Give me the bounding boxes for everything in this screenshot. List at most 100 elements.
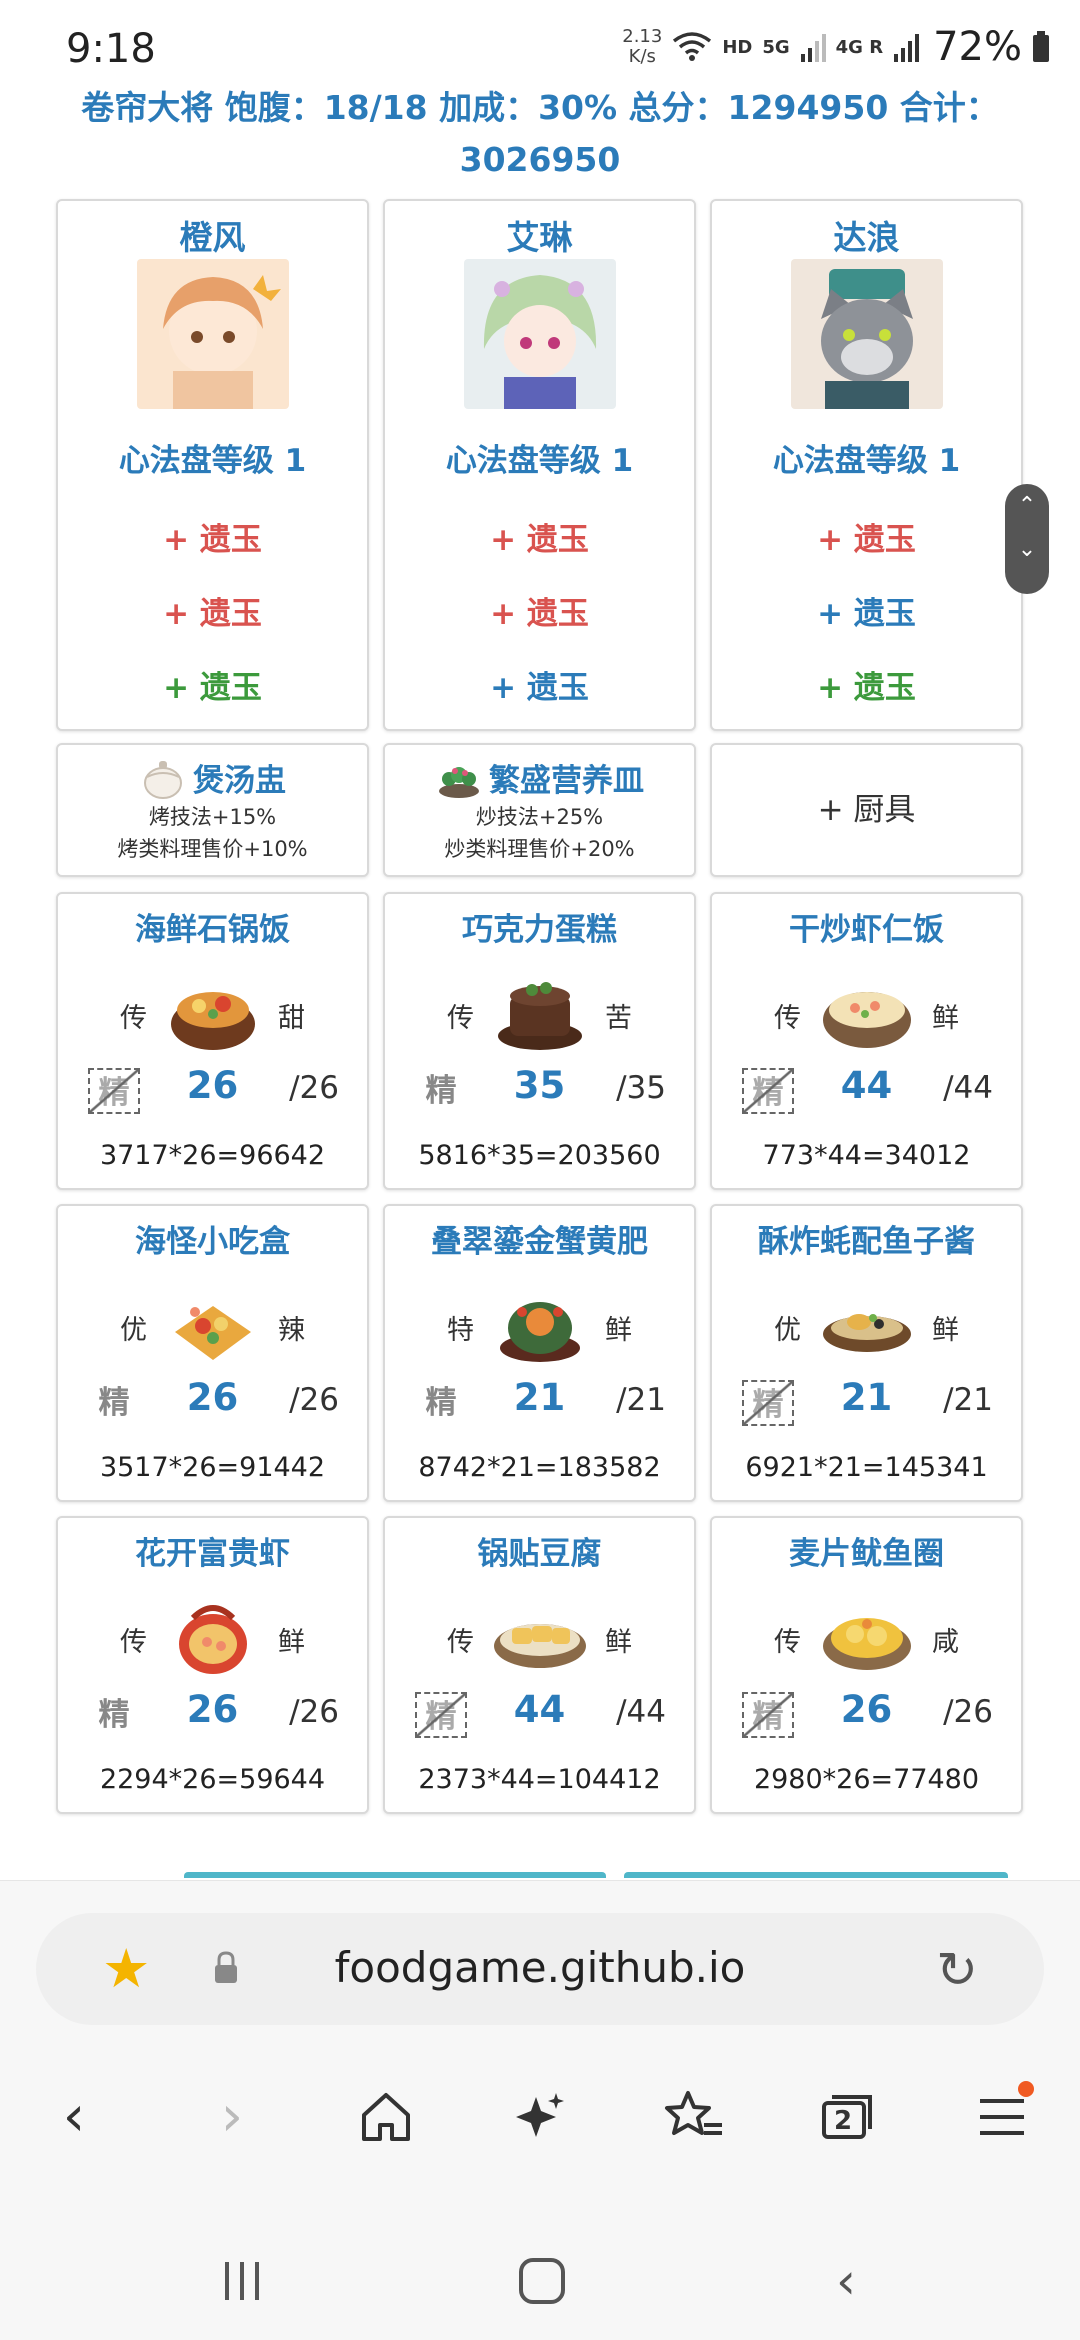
dish-limit: /26 — [289, 1382, 339, 1418]
shrimp-fried-rice-icon — [822, 992, 911, 1048]
chef-card[interactable]: 艾琳 心法盘等级 1 + 遗玉 + 遗玉 + 遗玉 — [383, 199, 696, 731]
scroll-handle[interactable]: ⌃ ⌄ — [1005, 484, 1049, 594]
add-jade-button[interactable]: + 遗玉 — [58, 588, 367, 634]
add-jade-button[interactable]: + 遗玉 — [712, 662, 1021, 708]
dish-card[interactable]: 巧克力蛋糕 传 苦 精 35 /35 5816*35=203560 — [383, 892, 696, 1190]
chef-portrait[interactable] — [136, 259, 289, 409]
dish-score-formula: 3517*26=91442 — [99, 1452, 326, 1483]
dish-limit: /44 — [616, 1694, 666, 1730]
chef-level[interactable]: 心法盘等级 1 — [385, 435, 694, 480]
url-text[interactable]: foodgame.github.io — [36, 1943, 1044, 1992]
chef-level[interactable]: 心法盘等级 1 — [58, 435, 367, 480]
dish-score-formula: 773*44=34012 — [762, 1140, 971, 1171]
back-icon[interactable]: ‹ — [34, 2077, 114, 2157]
dish-name[interactable]: 干炒虾仁饭 — [712, 904, 1021, 949]
dish-name[interactable]: 酥炸蚝配鱼子酱 — [712, 1216, 1021, 1261]
add-jade-button[interactable]: + 遗玉 — [58, 662, 367, 708]
dish-taste: 辣 — [278, 1315, 305, 1346]
equipment-effect: 炒技法+25% — [475, 805, 604, 829]
address-bar[interactable]: ★ foodgame.github.io ↻ — [36, 1913, 1044, 2025]
dish-name[interactable]: 叠翠鎏金蟹黄肥 — [385, 1216, 694, 1261]
dish-taste: 甜 — [278, 1003, 305, 1034]
squid-ring-icon — [822, 1618, 911, 1670]
dish-score-formula: 8742*21=183582 — [418, 1452, 661, 1483]
dish-limit: /35 — [616, 1070, 666, 1106]
network-5g-label: 5G — [762, 36, 790, 58]
system-navigation: ‹ — [0, 2241, 1080, 2321]
dish-card[interactable]: 叠翠鎏金蟹黄肥 特 鲜 精 21 /21 8742*21=183582 — [383, 1204, 696, 1502]
add-jade-button[interactable]: + 遗玉 — [712, 514, 1021, 560]
bookmarks-icon[interactable] — [654, 2077, 734, 2157]
dish-score-formula: 3717*26=96642 — [99, 1140, 326, 1171]
reload-icon[interactable]: ↻ — [936, 1943, 978, 1997]
summary-total: 3026950 — [459, 140, 621, 179]
dish-card[interactable]: 酥炸蚝配鱼子酱 优 鲜 精 21 /21 6921*21=145341 — [710, 1204, 1023, 1502]
chef-name[interactable]: 艾琳 — [385, 211, 694, 257]
summary-header: 卷帘大将 饱腹：18/18 加成：30% 总分：1294950 合计： 3026… — [60, 82, 1020, 186]
add-jade-button[interactable]: + 遗玉 — [385, 514, 694, 560]
tabs-count: 2 — [833, 2106, 853, 2136]
dish-card[interactable]: 锅贴豆腐 传 鲜 精 44 /44 2373*44=104412 — [383, 1516, 696, 1814]
chef-portrait[interactable] — [790, 259, 943, 409]
soup-pot-icon — [144, 761, 182, 799]
partial-action-button[interactable] — [184, 1872, 606, 1878]
equipment-card[interactable]: 煲汤盅 烤技法+15% 烤类料理售价+10% — [56, 743, 369, 877]
dish-card[interactable]: 麦片鱿鱼圈 传 咸 精 26 /26 2980*26=77480 — [710, 1516, 1023, 1814]
equipment-card[interactable]: 繁盛营养皿 炒技法+25% 炒类料理售价+20% — [383, 743, 696, 877]
dish-limit: /26 — [289, 1070, 339, 1106]
browser-toolbar: ‹ › 2 — [0, 2077, 1080, 2157]
dish-name[interactable]: 花开富贵虾 — [58, 1528, 367, 1573]
add-jade-button[interactable]: + 遗玉 — [385, 588, 694, 634]
add-equipment-button[interactable]: + 厨具 — [710, 743, 1023, 877]
dish-name[interactable]: 海鲜石锅饭 — [58, 904, 367, 949]
home-icon[interactable] — [346, 2077, 426, 2157]
dish-rank: 优 — [120, 1315, 147, 1346]
add-jade-button[interactable]: + 遗玉 — [385, 662, 694, 708]
dish-rank: 特 — [447, 1315, 474, 1346]
dish-card[interactable]: 海怪小吃盒 优 辣 精 26 /26 3517*26=91442 — [56, 1204, 369, 1502]
tabs-icon[interactable]: 2 — [808, 2077, 888, 2157]
menu-icon[interactable] — [962, 2077, 1042, 2157]
fried-oyster-icon — [822, 1314, 911, 1352]
sparkle-icon[interactable] — [500, 2077, 580, 2157]
chef-name[interactable]: 达浪 — [712, 211, 1021, 257]
dish-score-formula: 6921*21=145341 — [745, 1452, 988, 1483]
dish-taste: 鲜 — [932, 1315, 959, 1346]
chef-name[interactable]: 橙风 — [58, 211, 367, 257]
chef-card[interactable]: 达浪 心法盘等级 1 + 遗玉 + 遗玉 + 遗玉 — [710, 199, 1023, 731]
dish-card[interactable]: 干炒虾仁饭 传 鲜 精 44 /44 773*44=34012 — [710, 892, 1023, 1190]
notification-dot — [1018, 2081, 1034, 2097]
dish-rank: 传 — [447, 1627, 474, 1658]
dish-taste: 鲜 — [278, 1627, 305, 1658]
partial-action-button[interactable] — [624, 1872, 1008, 1878]
back-nav-icon[interactable]: ‹ — [806, 2241, 886, 2321]
add-equipment-label[interactable]: + 厨具 — [712, 745, 1021, 875]
dish-name[interactable]: 麦片鱿鱼圈 — [712, 1528, 1021, 1573]
chef-level[interactable]: 心法盘等级 1 — [712, 435, 1021, 480]
dish-name[interactable]: 海怪小吃盒 — [58, 1216, 367, 1261]
chevron-down-icon[interactable]: ⌄ — [1005, 528, 1049, 572]
dish-grid: 海鲜石锅饭 传 甜 精 26 /26 3717*26=96642 巧克力蛋糕 传 — [56, 892, 1024, 1814]
dish-limit: /21 — [943, 1382, 993, 1418]
forward-icon[interactable]: › — [192, 2077, 272, 2157]
recent-apps-icon[interactable] — [202, 2241, 282, 2321]
dish-rank: 传 — [774, 1627, 801, 1658]
add-jade-button[interactable]: + 遗玉 — [58, 514, 367, 560]
dish-rank: 传 — [120, 1003, 147, 1034]
dish-limit: /21 — [616, 1382, 666, 1418]
chef-card[interactable]: 橙风 心法盘等级 1 + 遗玉 + 遗玉 + 遗玉 — [56, 199, 369, 731]
dish-card[interactable]: 海鲜石锅饭 传 甜 精 26 /26 3717*26=96642 — [56, 892, 369, 1190]
dish-rank: 传 — [774, 1003, 801, 1034]
network-speed-value: 2.13 — [622, 26, 663, 47]
chef-portrait[interactable] — [463, 259, 616, 409]
summary-line-1: 卷帘大将 饱腹：18/18 加成：30% 总分：1294950 合计： — [81, 88, 999, 127]
dish-card[interactable]: 花开富贵虾 传 鲜 精 26 /26 2294*26=59644 — [56, 1516, 369, 1814]
equipment-name: 煲汤盅 — [193, 762, 286, 799]
chevron-up-icon[interactable]: ⌃ — [1005, 484, 1049, 528]
home-nav-icon[interactable] — [502, 2241, 582, 2321]
crab-roe-dish-icon — [499, 1302, 580, 1362]
dish-name[interactable]: 锅贴豆腐 — [385, 1528, 694, 1573]
network-speed: 2.13 K/s — [622, 27, 662, 67]
add-jade-button[interactable]: + 遗玉 — [712, 588, 1021, 634]
dish-name[interactable]: 巧克力蛋糕 — [385, 904, 694, 949]
